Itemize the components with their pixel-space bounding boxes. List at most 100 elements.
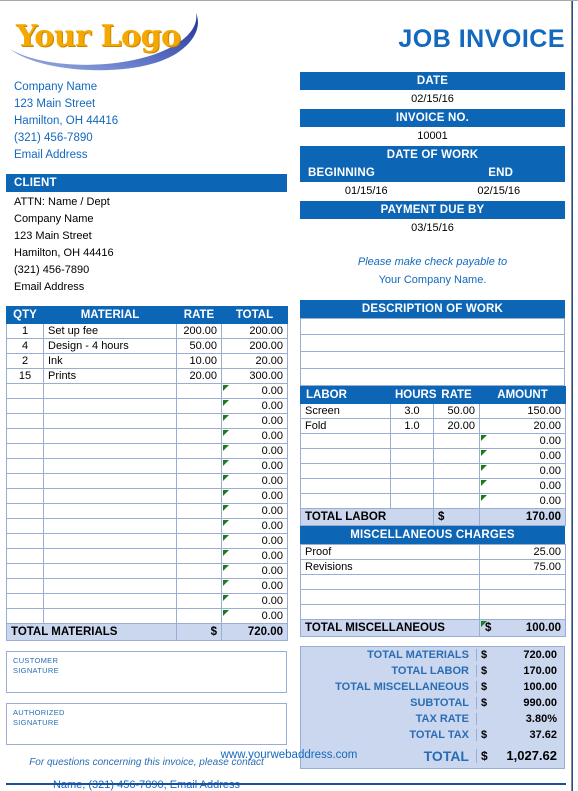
cell-rate[interactable] [176, 533, 222, 549]
cell-description[interactable] [300, 604, 480, 620]
cell-qty[interactable] [6, 428, 44, 444]
cell-rate[interactable] [176, 473, 222, 489]
cell-labor[interactable] [300, 463, 391, 479]
cell-qty[interactable] [6, 443, 44, 459]
cell-material[interactable] [43, 548, 177, 564]
cell-material[interactable] [43, 563, 177, 579]
cell-material[interactable]: Ink [43, 353, 177, 369]
cell-qty[interactable]: 1 [6, 323, 44, 339]
cell-labor[interactable] [300, 478, 391, 494]
description-of-work-row[interactable] [300, 352, 565, 369]
cell-rate[interactable] [176, 608, 222, 624]
cell-amount[interactable] [479, 604, 566, 620]
footer-web-address[interactable]: www.yourwebaddress.com [0, 749, 578, 761]
cell-material[interactable] [43, 608, 177, 624]
cell-hours[interactable] [390, 493, 434, 509]
cell-qty[interactable] [6, 578, 44, 594]
cell-rate[interactable]: 10.00 [176, 353, 222, 369]
cell-qty[interactable] [6, 383, 44, 399]
cell-rate[interactable]: 50.00 [176, 338, 222, 354]
cell-labor[interactable]: Fold [300, 418, 391, 434]
cell-material[interactable] [43, 518, 177, 534]
cell-material[interactable] [43, 593, 177, 609]
cell-rate[interactable] [176, 593, 222, 609]
cell-material[interactable] [43, 458, 177, 474]
beginning-header: BEGINNING [300, 164, 437, 182]
cell-rate[interactable] [176, 578, 222, 594]
cell-material[interactable] [43, 413, 177, 429]
cell-hours[interactable]: 1.0 [390, 418, 434, 434]
cell-material[interactable] [43, 443, 177, 459]
cell-amount[interactable] [479, 589, 566, 605]
cell-rate[interactable] [176, 488, 222, 504]
cell-amount[interactable]: 75.00 [479, 559, 566, 575]
cell-qty[interactable] [6, 503, 44, 519]
cell-qty[interactable] [6, 593, 44, 609]
cell-material[interactable]: Set up fee [43, 323, 177, 339]
cell-rate[interactable]: 20.00 [433, 418, 480, 434]
cell-material[interactable] [43, 473, 177, 489]
description-of-work-row[interactable] [300, 335, 565, 352]
cell-qty[interactable] [6, 518, 44, 534]
cell-material[interactable]: Prints [43, 368, 177, 384]
cell-material[interactable] [43, 503, 177, 519]
cell-qty[interactable]: 4 [6, 338, 44, 354]
cell-rate[interactable] [433, 478, 480, 494]
cell-description[interactable]: Revisions [300, 559, 480, 575]
cell-labor[interactable] [300, 448, 391, 464]
cell-description[interactable]: Proof [300, 544, 480, 560]
cell-rate[interactable] [433, 448, 480, 464]
cell-rate[interactable] [176, 503, 222, 519]
cell-material[interactable]: Design - 4 hours [43, 338, 177, 354]
cell-hours[interactable] [390, 478, 434, 494]
cell-rate[interactable] [176, 518, 222, 534]
cell-rate[interactable] [176, 428, 222, 444]
cell-material[interactable] [43, 488, 177, 504]
description-of-work-row[interactable] [300, 369, 565, 386]
cell-labor[interactable]: Screen [300, 403, 391, 419]
cell-qty[interactable]: 2 [6, 353, 44, 369]
cell-rate[interactable] [176, 413, 222, 429]
cell-qty[interactable] [6, 548, 44, 564]
cell-material[interactable] [43, 398, 177, 414]
cell-qty[interactable] [6, 608, 44, 624]
cell-rate[interactable] [176, 383, 222, 399]
cell-material[interactable] [43, 383, 177, 399]
authorized-signature-box[interactable]: AUTHORIZED SIGNATURE [6, 703, 287, 745]
cell-amount: 0.00 [479, 463, 566, 479]
cell-qty[interactable] [6, 563, 44, 579]
cell-description[interactable] [300, 589, 480, 605]
cell-material[interactable] [43, 533, 177, 549]
cell-qty[interactable] [6, 458, 44, 474]
cell-labor[interactable] [300, 493, 391, 509]
cell-qty[interactable] [6, 473, 44, 489]
cell-qty[interactable] [6, 413, 44, 429]
cell-rate[interactable]: 50.00 [433, 403, 480, 419]
cell-amount[interactable] [479, 574, 566, 590]
cell-labor[interactable] [300, 433, 391, 449]
cell-rate[interactable] [433, 463, 480, 479]
cell-qty[interactable]: 15 [6, 368, 44, 384]
cell-rate[interactable] [176, 398, 222, 414]
cell-qty[interactable] [6, 533, 44, 549]
description-of-work-row[interactable] [300, 318, 565, 335]
cell-description[interactable] [300, 574, 480, 590]
cell-qty[interactable] [6, 398, 44, 414]
cell-rate[interactable] [176, 563, 222, 579]
cell-hours[interactable]: 3.0 [390, 403, 434, 419]
cell-rate[interactable]: 200.00 [176, 323, 222, 339]
cell-hours[interactable] [390, 463, 434, 479]
cell-hours[interactable] [390, 433, 434, 449]
cell-rate[interactable] [176, 548, 222, 564]
cell-material[interactable] [43, 578, 177, 594]
cell-qty[interactable] [6, 488, 44, 504]
cell-rate[interactable] [176, 443, 222, 459]
cell-amount[interactable]: 25.00 [479, 544, 566, 560]
customer-signature-box[interactable]: CUSTOMER SIGNATURE [6, 651, 287, 693]
cell-hours[interactable] [390, 448, 434, 464]
cell-rate[interactable]: 20.00 [176, 368, 222, 384]
cell-rate[interactable] [433, 493, 480, 509]
cell-material[interactable] [43, 428, 177, 444]
cell-rate[interactable] [433, 433, 480, 449]
cell-rate[interactable] [176, 458, 222, 474]
